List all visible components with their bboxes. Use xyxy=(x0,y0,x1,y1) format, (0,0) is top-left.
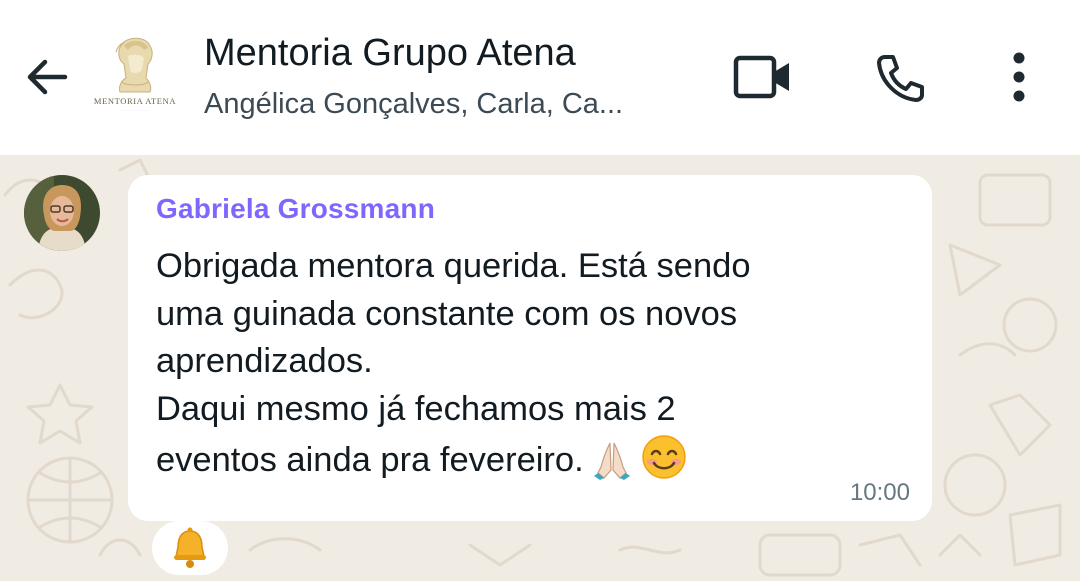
voice-call-button[interactable] xyxy=(862,42,940,112)
more-vertical-icon xyxy=(1013,52,1025,102)
profile-photo xyxy=(24,175,100,251)
chat-title[interactable]: Mentoria Grupo Atena xyxy=(204,32,576,75)
arrow-back-icon xyxy=(27,59,68,95)
message-line: aprendizados. xyxy=(156,342,373,380)
message-timestamp: 10:00 xyxy=(849,479,910,506)
chat-participants[interactable]: Angélica Gonçalves, Carla, Ca... xyxy=(204,88,694,121)
smiling-face-icon xyxy=(641,435,686,479)
video-call-icon xyxy=(733,55,789,99)
message-text: Obrigada mentora querida. Está sendo uma… xyxy=(156,243,751,495)
chat-area[interactable]: Gabriela Grossmann Obrigada mentora quer… xyxy=(0,155,1080,581)
praying-hands-emoji xyxy=(590,437,634,495)
bell-icon xyxy=(174,527,206,568)
message-line: uma guinada constante com os novos xyxy=(156,294,738,333)
message-line-last: eventos ainda pra fevereiro. xyxy=(156,433,751,495)
phone-icon xyxy=(877,55,924,102)
group-avatar[interactable]: MENTORIA ATENA · · · · · · · · · xyxy=(88,34,182,128)
sender-name[interactable]: Gabriela Grossmann xyxy=(156,193,435,225)
logo-caption: MENTORIA ATENA xyxy=(93,96,177,106)
chat-header: MENTORIA ATENA · · · · · · · · · Mentori… xyxy=(0,0,1080,155)
back-button[interactable] xyxy=(20,50,74,104)
message-line: eventos ainda pra fevereiro. xyxy=(156,441,584,479)
more-options-button[interactable] xyxy=(992,42,1046,112)
video-call-button[interactable] xyxy=(724,42,802,112)
praying-hands-icon xyxy=(593,442,630,480)
message-line: Obrigada mentora querida. Está sendo xyxy=(156,247,751,285)
message-bubble[interactable]: Gabriela Grossmann Obrigada mentora quer… xyxy=(128,175,932,521)
athena-logo-icon xyxy=(115,37,153,93)
message-line: Daqui mesmo já fechamos mais 2 xyxy=(156,389,676,428)
sender-avatar[interactable] xyxy=(24,175,100,251)
reaction-badge[interactable] xyxy=(152,521,228,575)
smiling-face-emoji xyxy=(640,433,688,495)
logo-subtext: · · · · · · · · · xyxy=(120,108,150,113)
